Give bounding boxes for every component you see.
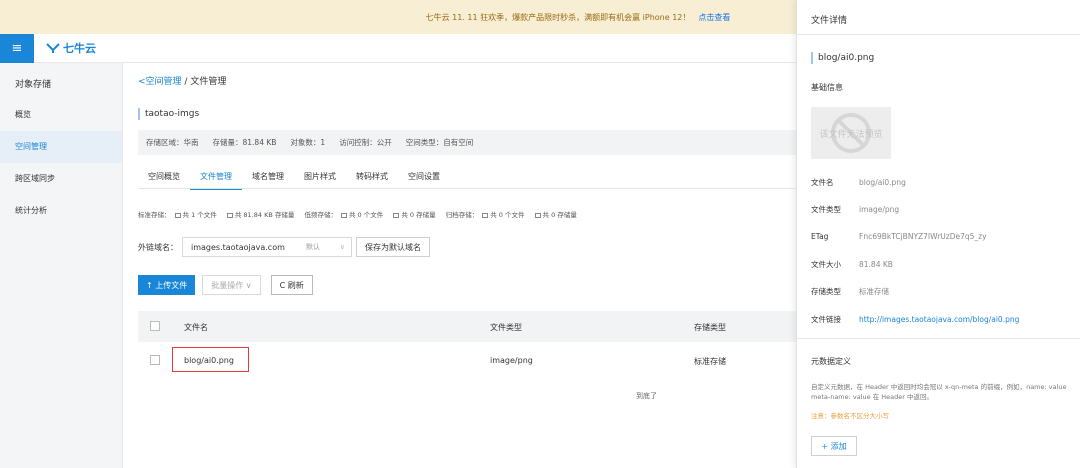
- low-freq-storage-label: 低频存储：: [304, 211, 337, 219]
- top-bar: ≡ 七牛云: [0, 34, 796, 63]
- folder-icon: [482, 213, 489, 218]
- folder-icon: [340, 213, 347, 218]
- row-file-name[interactable]: blog/ai0.png: [184, 356, 234, 365]
- logo-text: 七牛云: [63, 42, 96, 55]
- upload-file-button[interactable]: ↑ 上传文件: [138, 275, 196, 295]
- bucket-name: taotao-imgs: [138, 108, 199, 120]
- batch-operation-button[interactable]: 批量操作 ∨: [202, 275, 261, 295]
- domain-label: 外链域名：: [138, 242, 178, 252]
- archive-size: 共 0 存储量: [542, 211, 577, 219]
- tab-divider: [138, 188, 796, 189]
- field-file-size: 文件大小 81.84 KB: [811, 260, 893, 269]
- standard-storage-label: 标准存储：: [138, 211, 171, 219]
- bucket-access-control: 访问控制：公开: [339, 138, 392, 147]
- bucket-info-bar: 存储区域：华南 存储量：81.84 KB 对象数：1 访问控制：公开 空间类型：…: [138, 130, 796, 155]
- basic-info-title: 基础信息: [811, 83, 843, 92]
- header-file-name[interactable]: 文件名: [184, 322, 208, 333]
- promo-text: 七牛云 11. 11 狂欢季，爆款产品限时秒杀，满额即有机会赢 iPhone 1…: [425, 12, 691, 22]
- storage-icon: [534, 213, 541, 218]
- file-link[interactable]: http://images.taotaojava.com/blog/ai0.pn…: [859, 315, 1019, 324]
- row-storage-type: 标准存储: [694, 357, 726, 366]
- file-table-header: 文件名 文件类型 存储类型: [138, 311, 796, 342]
- bucket-region: 存储区域：华南: [146, 138, 199, 147]
- no-preview-text: 该文件无法预览: [819, 129, 883, 140]
- panel-file-name: blog/ai0.png: [811, 52, 874, 64]
- save-default-domain-button[interactable]: 保存为默认域名: [356, 237, 430, 257]
- select-all-checkbox[interactable]: [150, 321, 160, 331]
- add-metadata-button[interactable]: + 添加: [811, 436, 857, 456]
- sidebar-item-overview[interactable]: 概览: [0, 99, 122, 131]
- sidebar-title: 对象存储: [15, 80, 52, 90]
- field-file-name: 文件名 blog/ai0.png: [811, 178, 906, 187]
- field-file-link: 文件链接 http://images.taotaojava.com/blog/ai…: [811, 315, 1020, 324]
- file-preview: 该文件无法预览: [811, 107, 891, 159]
- file-actions: ↑ 上传文件 批量操作 ∨ C 刷新: [138, 275, 313, 295]
- qiniu-logo-icon: [46, 43, 60, 53]
- archive-file-count: 共 0 个文件: [490, 211, 525, 219]
- header-file-type[interactable]: 文件类型: [490, 322, 522, 333]
- sidebar-item-cross-region-sync[interactable]: 跨区域同步: [0, 163, 122, 195]
- bucket-size: 存储量：81.84 KB: [212, 138, 277, 147]
- default-tag: 默认: [306, 243, 320, 251]
- storage-stats: 标准存储： 共 1 个文件 共 81.84 KB 存储量 低频存储： 共 0 个文件…: [138, 209, 585, 219]
- domain-select[interactable]: images.taotaojava.com 默认 ∨: [182, 237, 352, 257]
- menu-button[interactable]: ≡: [0, 34, 34, 63]
- list-end-text: 到底了: [636, 392, 657, 400]
- archive-storage-label: 归档存储：: [445, 211, 479, 219]
- breadcrumb-back-link[interactable]: <空间管理: [138, 77, 182, 87]
- sidebar-item-statistics[interactable]: 统计分析: [0, 195, 122, 227]
- bucket-object-count: 对象数：1: [290, 138, 326, 147]
- metadata-title: 元数据定义: [811, 357, 851, 366]
- header-storage-type[interactable]: 存储类型: [694, 322, 726, 333]
- low-freq-size: 共 0 存储量: [401, 211, 436, 219]
- sidebar: 对象存储 概览 空间管理 跨区域同步 统计分析: [0, 63, 123, 468]
- file-detail-panel: 文件详情 blog/ai0.png 基础信息 该文件无法预览 文件名 blog/a…: [796, 0, 1080, 468]
- domain-row: 外链域名： images.taotaojava.com 默认 ∨ 保存为默认域名: [138, 237, 430, 257]
- domain-value: images.taotaojava.com: [191, 242, 285, 252]
- main-content: <空间管理 / 文件管理 taotao-imgs 存储区域：华南 存储量：81.…: [123, 63, 796, 468]
- panel-title: 文件详情: [811, 16, 848, 26]
- folder-icon: [174, 213, 181, 218]
- chevron-down-icon: ∨: [339, 243, 345, 251]
- panel-divider: [797, 34, 1080, 35]
- low-freq-file-count: 共 0 个文件: [348, 211, 384, 219]
- standard-size: 共 81.84 KB 存储量: [234, 211, 295, 219]
- field-file-type: 文件类型 image/png: [811, 205, 900, 214]
- refresh-button[interactable]: C 刷新: [270, 275, 313, 295]
- table-row[interactable]: blog/ai0.png image/png 标准存储: [138, 345, 796, 375]
- row-file-type: image/png: [490, 356, 533, 365]
- storage-icon: [393, 213, 400, 218]
- storage-icon: [226, 213, 233, 218]
- metadata-warning: 注意：参数名不区分大小写: [811, 412, 889, 420]
- panel-divider: [797, 338, 1080, 339]
- promo-banner: 七牛云 11. 11 狂欢季，爆款产品限时秒杀，满额即有机会赢 iPhone 1…: [0, 0, 796, 34]
- row-checkbox[interactable]: [150, 355, 160, 365]
- hamburger-icon: ≡: [11, 41, 23, 56]
- breadcrumb: <空间管理 / 文件管理: [138, 74, 226, 87]
- field-etag: ETag Fnc69BkTCjBNYZ7IWrUzDe7q5_zy: [811, 232, 987, 241]
- field-storage-type: 存储类型 标准存储: [811, 287, 889, 296]
- logo[interactable]: 七牛云: [46, 40, 96, 56]
- promo-link[interactable]: 点击查看: [698, 12, 730, 23]
- standard-file-count: 共 1 个文件: [182, 211, 217, 219]
- sidebar-item-bucket-management[interactable]: 空间管理: [0, 131, 122, 163]
- metadata-description: 自定义元数据，在 Header 中返回时均会冠以 x-qn-meta 的前缀，例…: [811, 383, 1067, 401]
- bucket-type: 空间类型：自有空间: [405, 138, 474, 147]
- breadcrumb-separator: /: [181, 77, 191, 87]
- breadcrumb-current: 文件管理: [190, 77, 227, 87]
